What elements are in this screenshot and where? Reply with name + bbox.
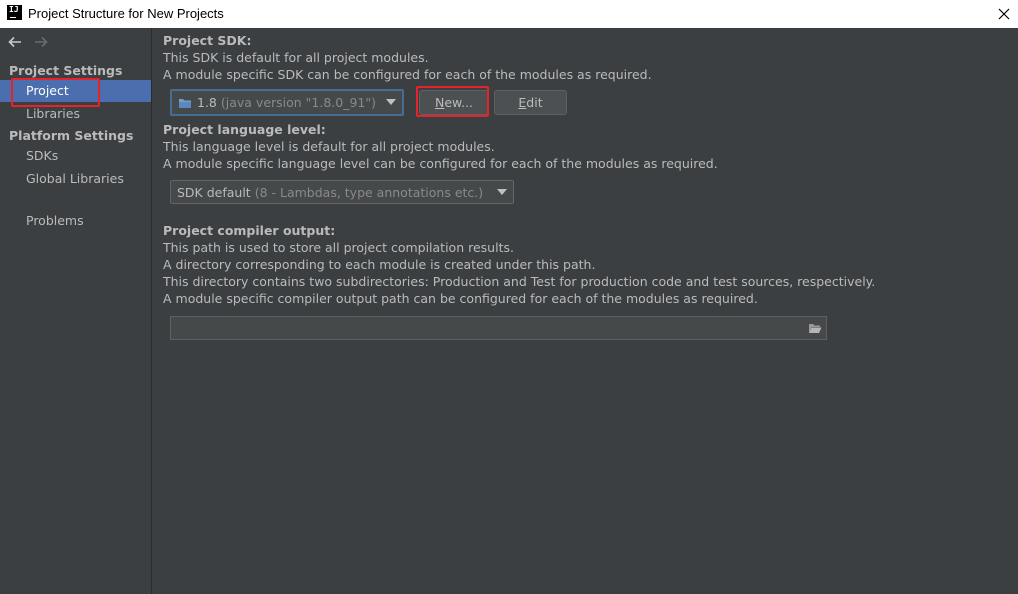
sidebar-item-libraries[interactable]: Libraries [0,103,151,125]
compiler-description-3: This directory contains two subdirectori… [163,274,876,289]
sidebar-item-problems[interactable]: Problems [0,210,151,232]
language-selected-detail: (8 - Lambdas, type annotations etc.) [254,184,484,200]
sdk-folder-icon [179,98,191,108]
sidebar-item-project[interactable]: Project [0,80,151,102]
title-bar: IJ Project Structure for New Projects [0,0,1018,28]
window-title: Project Structure for New Projects [28,6,224,21]
language-description-2: A module specific language level can be … [163,156,718,171]
main-panel: Project SDK: This SDK is default for all… [153,28,1018,594]
edit-sdk-button[interactable]: Edit [494,90,567,115]
sdk-description-2: A module specific SDK can be configured … [163,67,652,82]
browse-folder-button[interactable] [808,322,822,337]
forward-button[interactable] [32,35,50,49]
close-window-button[interactable] [990,0,1018,28]
intellij-app-icon: IJ [7,5,22,20]
sdk-selected-detail: (java version "1.8.0_91") [220,95,377,110]
section-platform-settings: Platform Settings [9,128,134,143]
new-sdk-button[interactable]: New... [419,90,489,115]
chevron-down-icon [497,189,507,195]
arrow-right-icon [35,36,48,48]
section-project-settings: Project Settings [9,63,123,78]
compiler-description-4: A module specific compiler output path c… [163,291,758,306]
compiler-description-2: A directory corresponding to each module… [163,257,596,272]
language-selected-main: SDK default [177,184,251,200]
sdk-selected-version: 1.8 [197,95,217,110]
folder-open-icon [809,324,822,333]
sdk-description-1: This SDK is default for all project modu… [163,50,429,65]
sidebar-item-sdks[interactable]: SDKs [0,145,151,167]
navigation-arrows [6,35,50,49]
sidebar-item-global-libraries[interactable]: Global Libraries [0,168,151,190]
sdk-heading: Project SDK: [163,33,252,48]
back-button[interactable] [6,35,24,49]
compiler-output-path-input[interactable] [170,316,827,340]
arrow-left-icon [8,36,21,48]
language-heading: Project language level: [163,122,326,137]
close-icon [998,8,1010,20]
sidebar: Project Settings Project Libraries Platf… [0,28,152,594]
language-level-select[interactable]: SDK default (8 - Lambdas, type annotatio… [170,180,514,204]
chevron-down-icon [386,99,396,105]
language-description-1: This language level is default for all p… [163,139,495,154]
sdk-select[interactable]: 1.8 (java version "1.8.0_91") [170,89,404,116]
compiler-description-1: This path is used to store all project c… [163,240,514,255]
compiler-heading: Project compiler output: [163,223,336,238]
